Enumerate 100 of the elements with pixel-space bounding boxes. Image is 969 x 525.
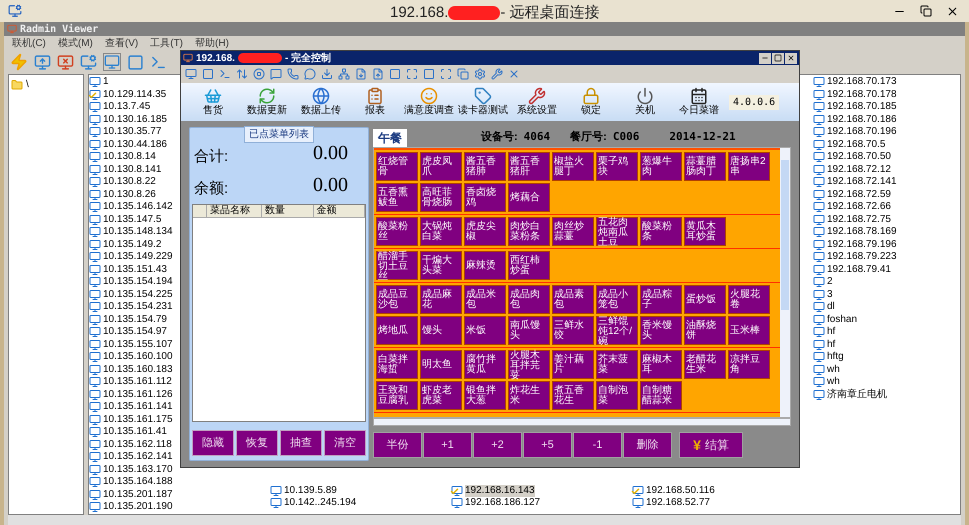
terminal-icon[interactable] — [219, 68, 231, 80]
dish-button[interactable]: 芥末菠菜 — [596, 350, 638, 379]
dish-button[interactable]: 银鱼拌大葱 — [464, 381, 506, 410]
host-item[interactable]: dl — [827, 301, 835, 314]
host-item[interactable]: 10.13.7.45 — [103, 101, 150, 114]
host-item[interactable]: hf — [827, 326, 836, 338]
dish-button[interactable]: 大锅炖白菜 — [420, 217, 462, 246]
dish-button[interactable]: 麻椒木耳 — [640, 350, 682, 379]
dish-button[interactable]: 蒜薹腊肠肉丁 — [684, 152, 726, 181]
dish-button[interactable]: 煮五香花生 — [552, 381, 594, 410]
file-down-icon[interactable] — [355, 68, 367, 80]
host-item[interactable]: 10.135.160.183 — [103, 364, 173, 376]
host-item[interactable]: 10.135.161.41 — [103, 426, 167, 438]
host-item[interactable]: 10.135.147.5 — [103, 214, 162, 226]
ribbon-button[interactable]: 售货 — [189, 87, 237, 117]
host-item[interactable]: 192.168.70.50 — [827, 151, 891, 164]
host-item[interactable]: 192.168.79.41 — [827, 264, 891, 276]
host-item[interactable]: 10.135.149.2 — [103, 238, 162, 251]
window-icon[interactable] — [127, 54, 144, 70]
window-icon[interactable] — [423, 68, 435, 80]
host-item[interactable]: 192.168.52.77 — [646, 497, 710, 510]
menu-item[interactable]: 帮助(H) — [195, 36, 229, 50]
host-item[interactable]: 192.168.186.127 — [465, 497, 540, 510]
dish-button[interactable]: 成品肉包 — [508, 285, 550, 314]
scale-icon[interactable] — [440, 68, 452, 80]
dish-button[interactable]: 肉炒白菜粉条 — [508, 217, 550, 246]
dish-button[interactable]: 五花肉炖南瓜土豆 — [596, 217, 638, 246]
dish-button[interactable]: 南瓜馒头 — [508, 316, 550, 345]
dish-button[interactable]: 成品麻花 — [420, 285, 462, 314]
ribbon-button[interactable]: 数据上传 — [297, 87, 345, 117]
action-button[interactable]: +1 — [423, 432, 472, 458]
host-item[interactable]: 10.130.8.26 — [103, 188, 156, 201]
host-item[interactable]: 10.135.154.194 — [103, 276, 173, 288]
dish-button[interactable]: 香卤烧鸡 — [464, 183, 506, 212]
host-item[interactable]: 10.130.44.186 — [103, 138, 167, 151]
phone-icon[interactable] — [287, 68, 299, 80]
dish-button[interactable]: 自制糖醋蒜米 — [640, 381, 682, 410]
menu-item[interactable]: 查看(V) — [104, 36, 138, 50]
host-item[interactable]: 10.130.35.77 — [103, 126, 162, 138]
add-computer-icon[interactable] — [34, 54, 51, 70]
dish-button[interactable]: 炸花生米 — [508, 381, 550, 410]
host-item[interactable]: 192.168.72.75 — [827, 214, 891, 226]
dish-button[interactable]: 米饭 — [464, 316, 506, 345]
transfer-icon[interactable] — [236, 68, 248, 80]
dish-button[interactable]: 老醋花生米 — [684, 350, 726, 379]
network-icon[interactable] — [338, 68, 350, 80]
order-action-button[interactable]: 清空 — [324, 430, 366, 456]
dish-button[interactable]: 虎皮凤爪 — [420, 152, 462, 181]
ribbon-button[interactable]: 数据更新 — [243, 87, 291, 117]
fullscreen-icon[interactable] — [406, 68, 418, 80]
dish-button[interactable]: 虎皮尖椒 — [464, 217, 506, 246]
dish-button[interactable]: 酸菜粉条 — [640, 217, 682, 246]
ribbon-button[interactable]: 关机 — [621, 87, 669, 117]
dish-button[interactable]: 西红柿炒蛋 — [508, 251, 550, 280]
host-item[interactable]: 3 — [827, 288, 833, 301]
host-item[interactable]: 10.130.16.185 — [103, 114, 167, 126]
host-item[interactable]: 10.135.154.79 — [103, 314, 167, 326]
host-item[interactable]: 192.168.50.116 — [646, 484, 715, 497]
action-button[interactable]: 删除 — [623, 432, 672, 458]
host-item[interactable]: 10.130.8.141 — [103, 164, 162, 176]
host-item[interactable]: 10.135.160.100 — [103, 351, 173, 364]
scrollbar[interactable] — [373, 418, 791, 426]
monitor-icon[interactable] — [103, 53, 121, 71]
dish-button[interactable]: 肉丝炒蒜薹 — [552, 217, 594, 246]
dish-button[interactable]: 三鲜水饺 — [552, 316, 594, 345]
dish-button[interactable]: 腐竹拌黄瓜 — [464, 350, 506, 379]
host-item[interactable]: 10.135.162.141 — [103, 451, 173, 464]
dish-button[interactable]: 白菜拌海蜇 — [376, 350, 418, 379]
action-button[interactable]: +5 — [523, 432, 572, 458]
host-item[interactable]: 10.135.162.118 — [103, 438, 172, 451]
computer-properties-icon[interactable] — [80, 54, 97, 70]
dish-button[interactable]: 王致和豆腐乳 — [376, 381, 418, 410]
dish-button[interactable]: 烤地瓜 — [376, 316, 418, 345]
dish-button[interactable]: 自制泡菜 — [596, 381, 638, 410]
settings-icon[interactable] — [474, 68, 486, 80]
host-item[interactable]: wh — [827, 364, 840, 376]
column-header[interactable]: 数量 — [262, 205, 314, 217]
ribbon-button[interactable]: 锁定 — [567, 87, 615, 117]
host-item[interactable]: 10.135.154.97 — [103, 326, 167, 338]
order-action-button[interactable]: 恢复 — [236, 430, 278, 456]
host-item[interactable]: 192.168.70.178 — [827, 88, 897, 101]
dish-button[interactable]: 明太鱼 — [420, 350, 462, 379]
dish-button[interactable]: 火腿花卷 — [728, 285, 770, 314]
meal-tab[interactable]: 午餐 — [373, 129, 407, 147]
dish-button[interactable]: 麻辣烫 — [464, 251, 506, 280]
dish-button[interactable]: 葱爆牛肉 — [640, 152, 682, 181]
host-item[interactable]: 192.168.78.169 — [827, 226, 897, 238]
dish-button[interactable]: 醋溜手切土豆丝 — [376, 251, 418, 280]
window-icon[interactable] — [389, 68, 401, 80]
host-item[interactable]: 192.168.79.223 — [827, 251, 897, 264]
dish-button[interactable]: 干煸大头菜 — [420, 251, 462, 280]
menu-item[interactable]: 联机(C) — [12, 36, 46, 50]
column-header[interactable]: 金额 — [314, 205, 365, 217]
delete-computer-icon[interactable] — [57, 54, 74, 70]
chat-icon[interactable] — [270, 68, 282, 80]
host-item[interactable]: 192.168.70.185 — [827, 101, 897, 114]
scrollbar[interactable] — [780, 148, 790, 417]
dish-button[interactable]: 酱五香猪肝 — [508, 152, 550, 181]
monitor-icon[interactable] — [185, 68, 197, 80]
host-item[interactable]: 10.142..245.194 — [284, 497, 356, 510]
